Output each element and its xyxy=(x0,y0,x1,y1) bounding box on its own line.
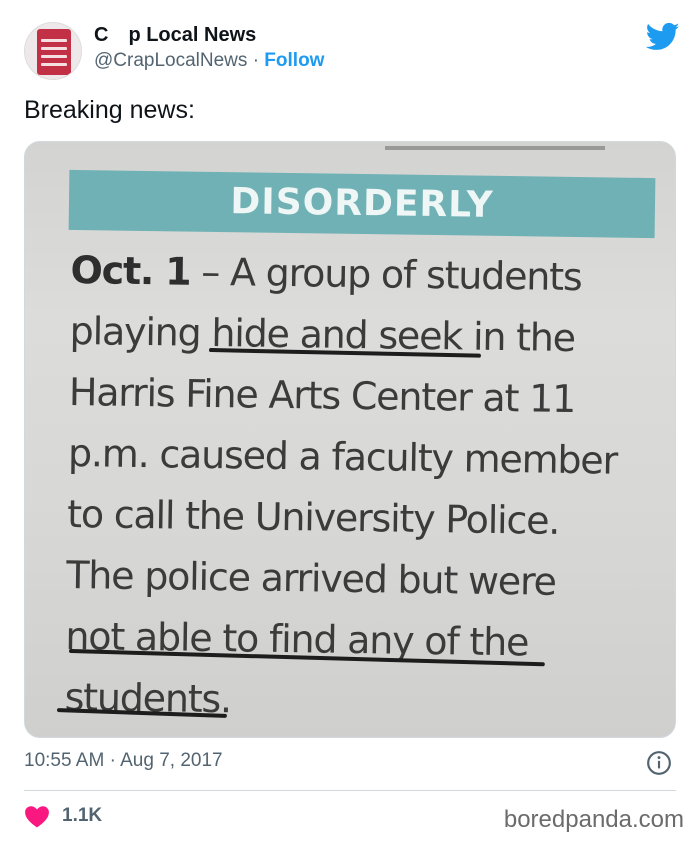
info-icon[interactable] xyxy=(646,750,672,776)
clipping-line: Harris Fine Arts Center at 11 xyxy=(68,369,576,422)
avatar-sign-image xyxy=(37,29,71,75)
clipping-banner-text: DISORDERLY xyxy=(230,181,494,226)
meta-separator: · xyxy=(109,750,116,771)
avatar[interactable] xyxy=(24,22,82,80)
clipping-line: to call the University Police. xyxy=(66,491,560,543)
tweet-date[interactable]: Aug 7, 2017 xyxy=(120,750,222,771)
author-name[interactable]: C p Local News xyxy=(94,24,256,47)
clipping-line: p.m. caused a faculty member xyxy=(67,430,618,483)
clipping-line: Oct. 1 – A group of students xyxy=(70,240,671,309)
tweet-text: Breaking news: xyxy=(24,96,195,124)
tweet-header: C p Local News @CrapLocalNews · Follow xyxy=(24,18,684,82)
follow-button[interactable]: Follow xyxy=(264,50,324,71)
author-handle[interactable]: @CrapLocalNews xyxy=(94,50,247,71)
author-handle-row: @CrapLocalNews · Follow xyxy=(94,50,324,72)
clipping-line: students. xyxy=(64,674,232,722)
clipping-body: Oct. 1 – A group of students playing hid… xyxy=(64,240,671,736)
divider xyxy=(24,790,676,791)
tweet-meta: 10:55 AM · Aug 7, 2017 xyxy=(24,750,676,778)
clipping-line: not able to find any of the xyxy=(65,613,529,665)
avatar-sign-line xyxy=(41,47,67,50)
avatar-sign-line xyxy=(41,39,67,42)
clipping-line: The police arrived but were xyxy=(66,552,557,604)
heart-icon[interactable] xyxy=(24,804,50,828)
clipping-top-fragment xyxy=(385,142,605,150)
avatar-sign-line xyxy=(41,55,67,58)
tweet-media-image[interactable]: DISORDERLY Oct. 1 – A group of students … xyxy=(24,141,676,738)
clipping-line: playing hide and seek in the xyxy=(69,308,576,361)
watermark: boredpanda.com xyxy=(503,806,684,833)
twitter-bird-icon[interactable] xyxy=(646,22,680,52)
tweet-time[interactable]: 10:55 AM xyxy=(24,750,104,771)
handle-separator: · xyxy=(252,50,260,71)
like-count: 1.1K xyxy=(62,805,103,826)
avatar-sign-line xyxy=(41,63,67,66)
clipping-line-text: – A group of students xyxy=(201,249,582,300)
clipping-date: Oct. 1 xyxy=(70,247,191,294)
clipping-banner: DISORDERLY xyxy=(68,169,656,239)
